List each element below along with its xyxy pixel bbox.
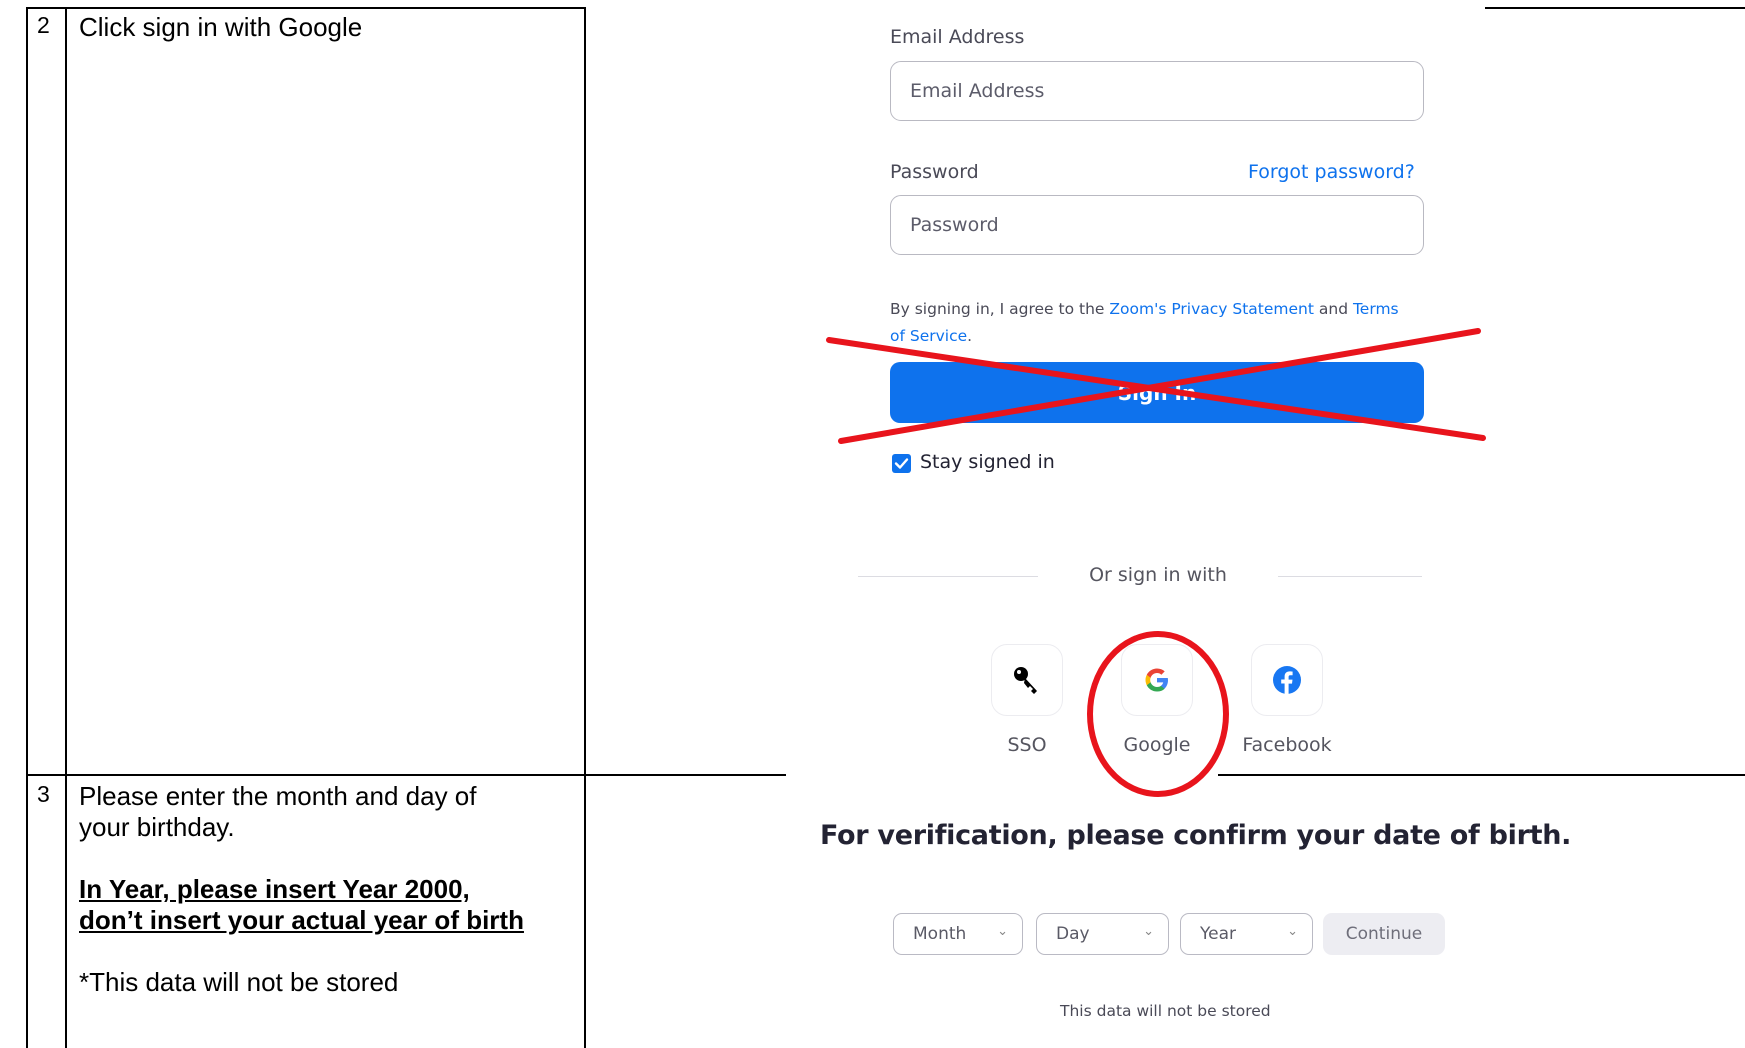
continue-label: Continue — [1345, 924, 1423, 944]
continue-button[interactable]: Continue — [1323, 913, 1445, 955]
chevron-down-icon: ⌄ — [1287, 924, 1298, 939]
annotation-overlay — [826, 328, 1486, 797]
year-select[interactable]: Year ⌄ — [1180, 913, 1313, 955]
chevron-down-icon: ⌄ — [1143, 924, 1154, 939]
chevron-down-icon: ⌄ — [997, 924, 1008, 939]
dob-footnote: This data will not be stored — [1060, 1002, 1271, 1020]
highlight-circle — [1087, 631, 1229, 797]
day-placeholder: Day — [1056, 924, 1090, 944]
dob-heading: For verification, please confirm your da… — [820, 820, 1572, 851]
month-placeholder: Month — [913, 924, 967, 944]
year-placeholder: Year — [1200, 924, 1236, 944]
day-select[interactable]: Day ⌄ — [1036, 913, 1169, 955]
month-select[interactable]: Month ⌄ — [893, 913, 1023, 955]
